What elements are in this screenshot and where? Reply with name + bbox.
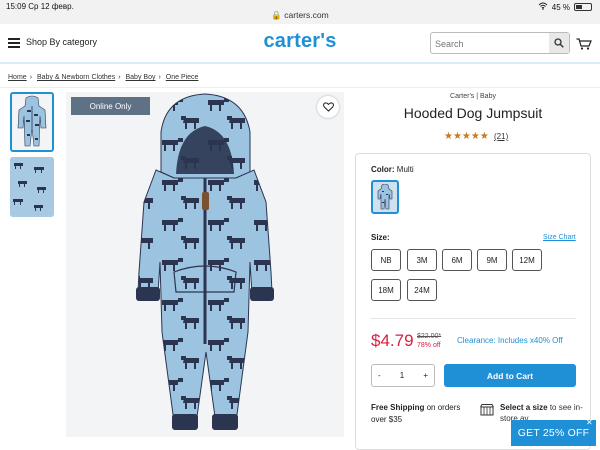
status-indicators: 45 %: [538, 2, 592, 12]
search-box: [430, 32, 570, 54]
size-option-24m[interactable]: 24M: [407, 279, 437, 301]
breadcrumb-home[interactable]: Home: [8, 74, 27, 81]
store-icon: [480, 404, 494, 416]
breadcrumb-baby-boy[interactable]: Baby Boy: [126, 74, 156, 81]
star-rating-icon: ★★★★★: [444, 131, 489, 142]
main-product-image[interactable]: [66, 92, 344, 437]
color-label-title: Color:: [371, 165, 395, 174]
quantity-stepper: - 1 +: [371, 364, 435, 387]
chevron-right-icon: ›: [158, 74, 161, 81]
size-option-9m[interactable]: 9M: [477, 249, 507, 271]
url-text: carters.com: [284, 10, 329, 20]
quantity-value[interactable]: 1: [400, 371, 404, 380]
chevron-right-icon: ›: [118, 74, 121, 81]
free-shipping-title: Free Shipping: [371, 403, 425, 412]
online-only-badge: Online Only: [71, 97, 150, 115]
size-option-3m[interactable]: 3M: [407, 249, 437, 271]
color-label: Color: Multi: [371, 165, 414, 174]
product-title: Hooded Dog Jumpsuit: [403, 105, 543, 121]
product-brand: Carter's | Baby: [450, 93, 496, 100]
breadcrumb-one-piece[interactable]: One Piece: [166, 74, 199, 81]
price-divider: [370, 318, 576, 319]
status-bar: 15:09 Ср 12 февр. 🔒 carters.com 45 %: [0, 0, 600, 24]
percent-off: 78% off: [417, 342, 441, 349]
original-price: $22.00*: [417, 333, 442, 340]
thumbnail-fabric[interactable]: [10, 157, 54, 217]
site-header: Shop By category carter's: [0, 24, 600, 62]
color-swatch-multi[interactable]: [371, 180, 399, 214]
size-chart-link[interactable]: Size Chart: [543, 234, 576, 241]
search-icon: [554, 38, 564, 48]
jumpsuit-swatch-image: [377, 184, 393, 210]
wifi-icon: [538, 2, 548, 12]
size-label: Size:: [371, 233, 390, 242]
close-icon[interactable]: ✕: [586, 418, 593, 427]
size-option-nb[interactable]: NB: [371, 249, 401, 271]
battery-percent: 45 %: [551, 2, 570, 12]
jumpsuit-image: [136, 93, 274, 430]
battery-icon: [574, 3, 592, 11]
quantity-decrease-button[interactable]: -: [378, 371, 381, 380]
breadcrumb: Home › Baby & Newborn Clothes › Baby Boy › …: [8, 74, 198, 81]
lock-icon: 🔒: [271, 10, 282, 20]
add-to-cart-button[interactable]: Add to Cart: [444, 364, 576, 387]
search-button[interactable]: [549, 33, 569, 53]
jumpsuit-thumbnail-image: [12, 94, 52, 150]
store-availability-title[interactable]: Select a size: [500, 403, 548, 412]
quantity-increase-button[interactable]: +: [423, 371, 428, 380]
favorite-button[interactable]: [317, 96, 339, 118]
cart-icon[interactable]: [576, 38, 592, 50]
free-shipping-note: Free Shipping on orders over $35: [371, 402, 461, 426]
breadcrumb-divider: [0, 87, 600, 88]
sale-price: $4.79: [371, 331, 414, 350]
address-bar[interactable]: 🔒 carters.com: [0, 10, 600, 21]
promo-banner[interactable]: GET 25% OFF: [511, 420, 596, 446]
clearance-note: Clearance: Includes x40% Off: [457, 336, 563, 345]
breadcrumb-baby-newborn[interactable]: Baby & Newborn Clothes: [37, 74, 115, 81]
size-option-12m[interactable]: 12M: [512, 249, 542, 271]
size-option-6m[interactable]: 6M: [442, 249, 472, 271]
search-input[interactable]: [435, 36, 545, 51]
fabric-pattern-image: [10, 157, 54, 217]
header-divider: [0, 62, 600, 64]
reviews-link[interactable]: (21): [494, 132, 508, 141]
thumbnail-front[interactable]: [10, 92, 54, 152]
heart-icon: [322, 102, 334, 112]
chevron-right-icon: ›: [29, 74, 33, 81]
size-option-18m[interactable]: 18M: [371, 279, 401, 301]
color-value: Multi: [396, 165, 414, 174]
